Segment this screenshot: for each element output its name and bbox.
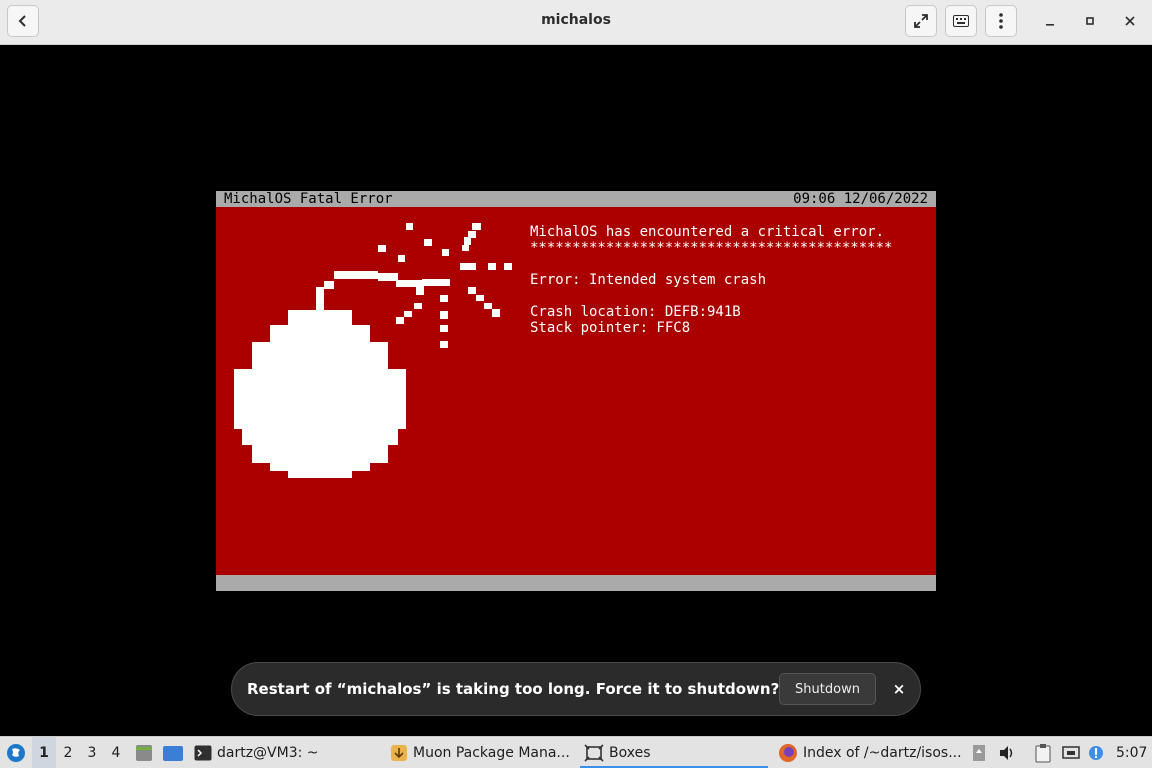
volume-control[interactable]: [998, 737, 1018, 768]
keyboard-button[interactable]: [945, 5, 977, 37]
task-firefox[interactable]: Index of /~dartz/isos...: [778, 737, 962, 768]
task-label: Muon Package Mana...: [413, 744, 570, 761]
shutdown-notification: Restart of “michalos” is taking too long…: [231, 662, 921, 716]
maximize-icon: [1086, 17, 1094, 25]
workspace-4[interactable]: 4: [104, 737, 128, 768]
task-muon[interactable]: Muon Package Mana...: [390, 737, 570, 768]
workspace-3[interactable]: 3: [80, 737, 104, 768]
shutdown-button[interactable]: Shutdown: [779, 673, 876, 705]
error-line: Error: Intended system crash: [530, 272, 767, 288]
package-manager-icon: [391, 744, 407, 761]
vm-bottom-bar: [216, 575, 936, 591]
firefox-icon: [779, 743, 797, 762]
header-bar: michalos: [0, 0, 1152, 45]
vm-status-title: MichalOS Fatal Error: [224, 191, 393, 207]
notification-icon: [1089, 745, 1103, 760]
boxes-icon: [584, 743, 604, 762]
vm-status-bar: MichalOS Fatal Error 09:06 12/06/2022: [216, 191, 936, 207]
fullscreen-icon: [914, 14, 928, 28]
clipboard-icon: [1035, 743, 1051, 762]
start-menu-button[interactable]: [4, 737, 28, 768]
minimize-button[interactable]: [1034, 5, 1066, 37]
menu-button[interactable]: [985, 5, 1017, 37]
volume-icon: [1000, 745, 1013, 760]
app-menu-icon: [7, 743, 25, 762]
crash-message: MichalOS has encountered a critical erro…: [530, 224, 885, 240]
bomb-icon: [234, 223, 512, 478]
task-terminal[interactable]: dartz@VM3: ~: [194, 737, 319, 768]
file-manager-icon: [136, 744, 152, 761]
workspace-2[interactable]: 2: [56, 737, 80, 768]
vm-status-clock: 09:06 12/06/2022: [793, 191, 928, 207]
workspace-1[interactable]: 1: [32, 737, 56, 768]
close-icon: [1125, 16, 1135, 26]
network-icon: [1062, 745, 1080, 759]
tray-item-icon: [973, 744, 985, 761]
close-icon: ×: [892, 680, 906, 698]
stack-pointer: Stack pointer: FFC8: [530, 320, 691, 336]
show-desktop-icon: [163, 745, 183, 761]
network-tray[interactable]: [1062, 737, 1082, 768]
fullscreen-button[interactable]: [905, 5, 937, 37]
taskbar: 1 2 3 4 dartz@VM3: ~ Muon Package Mana..…: [0, 736, 1152, 768]
task-boxes[interactable]: Boxes: [580, 737, 768, 768]
clock[interactable]: 5:07: [1116, 737, 1147, 768]
close-button[interactable]: [1114, 5, 1146, 37]
task-label: Index of /~dartz/isos...: [803, 744, 962, 761]
task-label: dartz@VM3: ~: [217, 744, 319, 761]
terminal-icon: [194, 745, 212, 760]
more-options-icon: [999, 13, 1003, 29]
crash-separator: ****************************************…: [530, 240, 893, 256]
task-label: Boxes: [609, 744, 651, 761]
keyboard-icon: [953, 15, 969, 27]
tray-item[interactable]: [972, 737, 988, 768]
window-title: michalos: [541, 12, 611, 28]
maximize-button[interactable]: [1074, 5, 1106, 37]
files-launcher[interactable]: [134, 737, 154, 768]
desktop-launcher[interactable]: [162, 737, 184, 768]
clipboard-tray[interactable]: [1034, 737, 1054, 768]
minimize-icon: [1046, 24, 1054, 26]
notification-close-button[interactable]: ×: [888, 678, 910, 700]
notifications-tray[interactable]: [1088, 737, 1106, 768]
vm-display[interactable]: MichalOS Fatal Error 09:06 12/06/2022 Mi…: [216, 191, 936, 591]
crash-location: Crash location: DEFB:941B: [530, 304, 741, 320]
notification-message: Restart of “michalos” is taking too long…: [247, 680, 780, 698]
